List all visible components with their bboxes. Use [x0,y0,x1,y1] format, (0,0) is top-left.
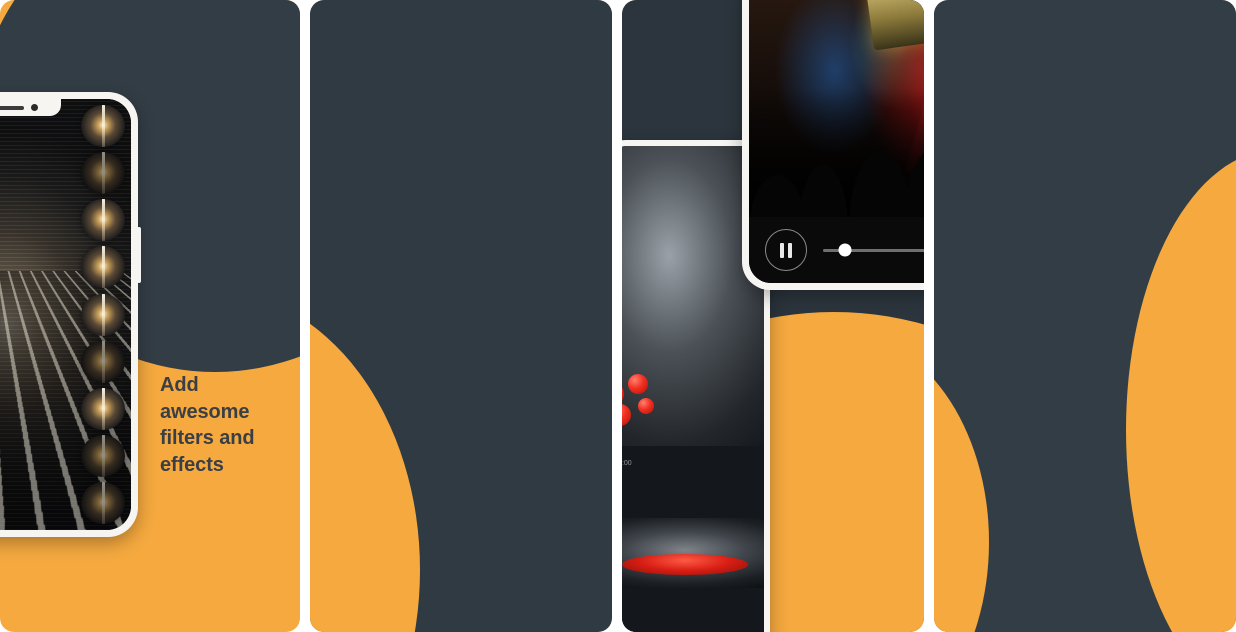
video-player-controls [749,217,924,283]
phone-screen-filters [0,99,131,530]
earpiece-speaker-icon [0,105,24,110]
screenshot-panel-share[interactable]: Share your video or save it in the cloud… [934,0,1236,632]
panel-headline: Add awesome filters and effects [160,374,255,476]
timeline-frame-strip-secondary[interactable] [622,518,764,588]
filter-thumbnail[interactable] [81,105,125,147]
filter-thumbnail[interactable] [81,434,125,477]
decorative-orange-shape-left [934,332,989,632]
screenshot-panel-trim[interactable]: Trim & Cut your videos [310,0,612,632]
pause-icon [788,242,792,258]
stage-rig-decoration [865,0,924,51]
seek-knob[interactable] [838,243,852,257]
decorative-orange-shape-right [1126,150,1236,632]
phone-notch [0,99,61,116]
screenshot-panel-pause[interactable]: 5:00 Done [622,0,924,632]
app-store-screenshot-gallery: Add awesome filters and effects Trim & C… [0,0,1236,632]
phone-mockup-filters [0,92,141,537]
filter-thumbnail[interactable] [81,199,125,242]
front-camera-icon [31,104,38,111]
filter-thumbnail-strip[interactable] [77,99,129,530]
seek-bar[interactable] [823,243,924,257]
filter-thumbnail[interactable] [81,246,125,289]
timeline-tick: 5:00 [622,460,632,467]
pause-button[interactable] [765,229,807,271]
phone-mockup-pause [742,0,924,290]
pause-icon [780,242,784,258]
filter-thumbnail[interactable] [81,387,125,430]
decorative-orange-circle [310,290,420,632]
phone-screen-pause [749,0,924,283]
filter-thumbnail[interactable] [81,340,125,383]
crowd-silhouette [749,88,924,229]
screenshot-panel-filters[interactable]: Add awesome filters and effects [0,0,300,632]
filter-thumbnail[interactable] [81,152,125,195]
filters-bottom-bar [0,472,131,526]
phone-side-button [137,227,141,283]
trim-timeline-secondary[interactable]: 5:00 Done [622,446,764,632]
filter-thumbnail[interactable] [81,293,125,336]
